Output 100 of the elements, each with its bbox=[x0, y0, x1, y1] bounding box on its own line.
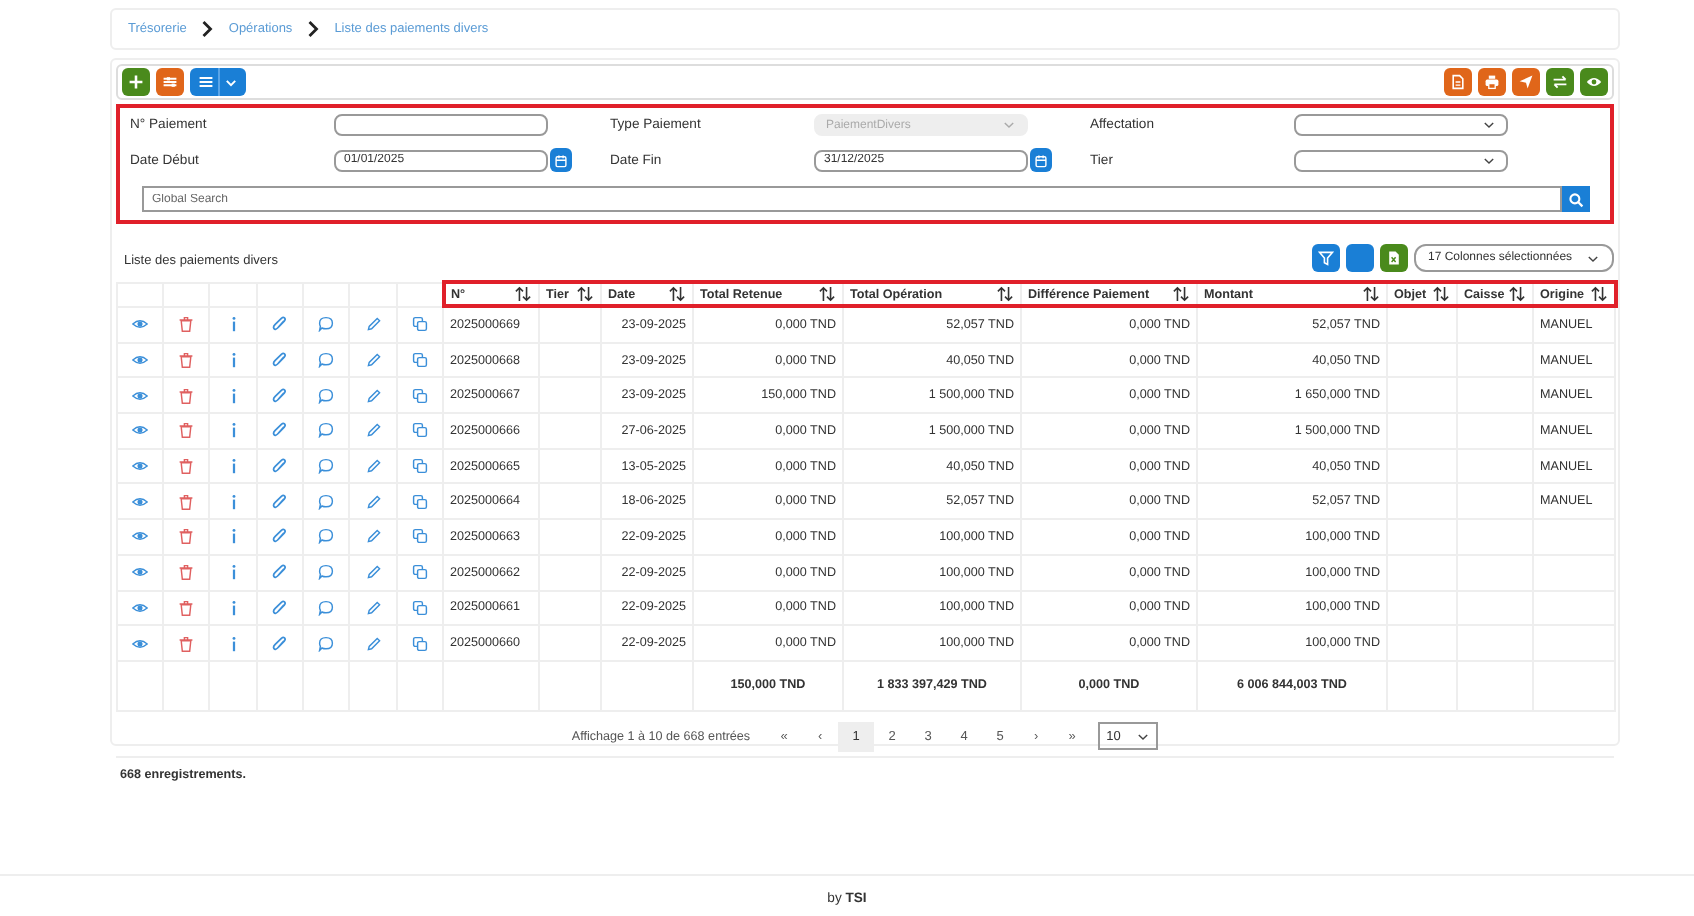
trash-icon[interactable] bbox=[178, 635, 194, 652]
sort-icon[interactable] bbox=[576, 286, 594, 302]
eye-icon[interactable] bbox=[132, 458, 148, 475]
pencil-icon[interactable] bbox=[365, 599, 381, 616]
spreadsheet-icon bbox=[1386, 250, 1402, 266]
sliders-icon bbox=[162, 74, 178, 90]
trash-icon[interactable] bbox=[178, 564, 194, 581]
document-button[interactable] bbox=[1444, 68, 1472, 96]
sort-icon[interactable] bbox=[818, 286, 836, 302]
pencil-icon[interactable] bbox=[365, 528, 381, 545]
copy-icon[interactable] bbox=[412, 422, 428, 439]
paperclip-icon[interactable] bbox=[272, 564, 288, 581]
filter-icon bbox=[1318, 250, 1334, 266]
comment-icon[interactable] bbox=[318, 352, 334, 369]
dropdown[interactable] bbox=[1294, 114, 1508, 136]
paperclip-icon[interactable] bbox=[272, 528, 288, 545]
add-button[interactable] bbox=[122, 68, 150, 96]
print-button[interactable] bbox=[1478, 68, 1506, 96]
eye-icon[interactable] bbox=[132, 635, 148, 652]
search-button[interactable] bbox=[1562, 186, 1590, 212]
sort-icon[interactable] bbox=[1432, 286, 1450, 302]
eye-icon bbox=[1586, 74, 1602, 90]
pencil-icon[interactable] bbox=[365, 564, 381, 581]
comment-icon[interactable] bbox=[318, 528, 334, 545]
copy-icon[interactable] bbox=[412, 528, 428, 545]
transfer-button[interactable] bbox=[1546, 68, 1574, 96]
paperclip-icon[interactable] bbox=[272, 599, 288, 616]
sort-icon[interactable] bbox=[514, 286, 532, 302]
comment-icon[interactable] bbox=[318, 635, 334, 652]
view-button[interactable] bbox=[1580, 68, 1608, 96]
trash-icon[interactable] bbox=[178, 599, 194, 616]
paperclip-icon[interactable] bbox=[272, 387, 288, 404]
comment-icon[interactable] bbox=[318, 316, 334, 333]
filter-button[interactable] bbox=[1312, 244, 1340, 272]
eye-icon[interactable] bbox=[132, 564, 148, 581]
paperclip-icon[interactable] bbox=[272, 635, 288, 652]
trash-icon[interactable] bbox=[178, 352, 194, 369]
eye-icon[interactable] bbox=[132, 493, 148, 510]
copy-icon[interactable] bbox=[412, 564, 428, 581]
send-button[interactable] bbox=[1512, 68, 1540, 96]
paperclip-icon[interactable] bbox=[272, 422, 288, 439]
comment-icon[interactable] bbox=[318, 599, 334, 616]
paperclip-icon[interactable] bbox=[272, 352, 288, 369]
trash-icon[interactable] bbox=[178, 316, 194, 333]
sort-icon[interactable] bbox=[1172, 286, 1190, 302]
chevron-icon bbox=[200, 20, 215, 38]
pencil-icon[interactable] bbox=[365, 635, 381, 652]
sort-icon[interactable] bbox=[996, 286, 1014, 302]
comment-icon[interactable] bbox=[318, 422, 334, 439]
sort-icon[interactable] bbox=[1362, 286, 1380, 302]
caret-icon bbox=[1136, 729, 1151, 744]
comment-icon[interactable] bbox=[318, 493, 334, 510]
pencil-icon[interactable] bbox=[365, 352, 381, 369]
copy-icon[interactable] bbox=[412, 493, 428, 510]
trash-icon[interactable] bbox=[178, 493, 194, 510]
document-icon bbox=[1450, 74, 1466, 90]
paperclip-icon[interactable] bbox=[272, 493, 288, 510]
sort-icon[interactable] bbox=[1589, 286, 1607, 302]
paperclip-icon[interactable] bbox=[272, 458, 288, 475]
pencil-icon[interactable] bbox=[365, 387, 381, 404]
copy-icon[interactable] bbox=[412, 599, 428, 616]
trash-icon[interactable] bbox=[178, 458, 194, 475]
sliders-button[interactable] bbox=[156, 68, 184, 96]
sort-icon[interactable] bbox=[668, 286, 686, 302]
copy-icon[interactable] bbox=[412, 352, 428, 369]
comment-icon[interactable] bbox=[318, 458, 334, 475]
calendar-button[interactable] bbox=[1030, 148, 1052, 172]
blank-button[interactable] bbox=[1346, 244, 1374, 272]
trash-icon[interactable] bbox=[178, 528, 194, 545]
search-icon bbox=[1568, 191, 1584, 207]
eye-icon[interactable] bbox=[132, 528, 148, 545]
dropdown[interactable] bbox=[1294, 149, 1508, 171]
paper-plane-icon bbox=[1518, 74, 1534, 90]
text-field[interactable] bbox=[334, 114, 548, 136]
list-menu-button[interactable] bbox=[190, 68, 246, 96]
comment-icon[interactable] bbox=[318, 564, 334, 581]
pencil-icon[interactable] bbox=[365, 316, 381, 333]
excel-button[interactable] bbox=[1380, 244, 1408, 272]
paperclip-icon[interactable] bbox=[272, 316, 288, 333]
chevron-icon bbox=[306, 20, 321, 38]
pencil-icon[interactable] bbox=[365, 458, 381, 475]
caret-icon bbox=[1482, 118, 1496, 132]
pencil-icon[interactable] bbox=[365, 422, 381, 439]
trash-icon[interactable] bbox=[178, 387, 194, 404]
caret-icon bbox=[1586, 251, 1600, 265]
eye-icon[interactable] bbox=[132, 422, 148, 439]
eye-icon[interactable] bbox=[132, 387, 148, 404]
eye-icon[interactable] bbox=[132, 316, 148, 333]
pencil-icon[interactable] bbox=[365, 493, 381, 510]
comment-icon[interactable] bbox=[318, 387, 334, 404]
copy-icon[interactable] bbox=[412, 316, 428, 333]
copy-icon[interactable] bbox=[412, 387, 428, 404]
copy-icon[interactable] bbox=[412, 458, 428, 475]
copy-icon[interactable] bbox=[412, 635, 428, 652]
trash-icon[interactable] bbox=[178, 422, 194, 439]
eye-icon[interactable] bbox=[132, 599, 148, 616]
list-icon bbox=[198, 74, 214, 90]
eye-icon[interactable] bbox=[132, 352, 148, 369]
sort-icon[interactable] bbox=[1508, 286, 1526, 302]
calendar-button[interactable] bbox=[550, 148, 572, 172]
